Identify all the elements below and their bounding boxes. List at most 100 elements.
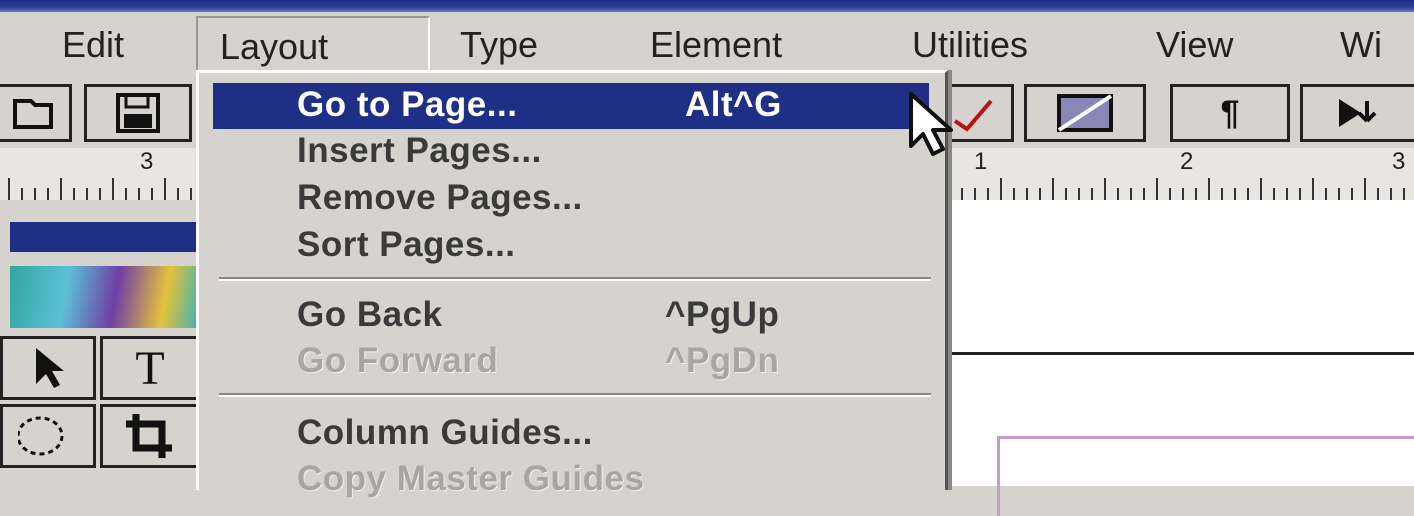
ruler-tick	[21, 188, 23, 200]
ruler-tick	[1117, 188, 1119, 200]
ruler-tick	[1234, 188, 1236, 200]
ruler-tick	[1169, 188, 1171, 200]
ruler-tick	[948, 178, 950, 200]
ruler-tick	[112, 178, 114, 200]
menu-item-go-forward: Go Forward ^PgDn	[297, 341, 780, 380]
menu-item-column-guides[interactable]: Column Guides...	[213, 411, 929, 457]
ruler-label: 3	[1392, 148, 1406, 175]
play-icon	[1339, 99, 1377, 127]
menu-item-remove-pages[interactable]: Remove Pages...	[213, 176, 929, 222]
menu-utilities[interactable]: Utilities	[912, 16, 1028, 74]
ruler-tick	[1013, 188, 1015, 200]
open-icon	[13, 99, 53, 129]
ruler-tick	[1182, 188, 1184, 200]
ruler-tick	[1286, 188, 1288, 200]
save-icon	[116, 93, 160, 133]
ruler-tick	[1325, 188, 1327, 200]
ruler-tick	[1000, 178, 1002, 200]
ruler-tick	[1377, 188, 1379, 200]
ruler-tick	[164, 178, 166, 200]
ruler-tick	[961, 188, 963, 200]
ruler-label: 3	[140, 148, 154, 175]
ruler-tick	[138, 188, 140, 200]
ruler-tick	[190, 188, 192, 200]
ruler-tick	[1221, 188, 1223, 200]
ruler-tick	[1312, 178, 1314, 200]
ruler-tick	[86, 188, 88, 200]
fill-button[interactable]	[1024, 84, 1146, 142]
menu-window[interactable]: Wi	[1340, 16, 1382, 74]
crop-tool-icon	[126, 414, 172, 458]
save-button[interactable]	[84, 84, 192, 142]
ruler-tick	[73, 188, 75, 200]
ruler-tick	[987, 188, 989, 200]
ruler-tick	[1390, 188, 1392, 200]
text-tool-icon: T	[135, 341, 165, 395]
ruler-tick	[125, 188, 127, 200]
ruler-tick	[47, 188, 49, 200]
ruler-tick	[151, 188, 153, 200]
ruler-tick	[1052, 178, 1054, 200]
toolbox-panel: T	[0, 200, 200, 486]
menu-layout[interactable]: Layout	[196, 16, 430, 74]
layout-dropdown-menu: Go to Page... Alt^G Insert Pages... Remo…	[196, 70, 948, 498]
menu-view[interactable]: View	[1156, 16, 1233, 74]
document-page[interactable]	[945, 200, 1414, 516]
text-tool[interactable]: T	[100, 336, 200, 400]
ruler-tick	[1299, 188, 1301, 200]
menu-separator	[219, 393, 931, 397]
title-bar	[0, 0, 1414, 12]
paragraph-button[interactable]: ¶	[1170, 84, 1290, 142]
margin-guide	[997, 436, 1414, 516]
ruler-label: 1	[974, 148, 988, 175]
ruler-tick	[1065, 188, 1067, 200]
ruler-tick	[8, 178, 10, 200]
open-button[interactable]	[0, 84, 72, 142]
menu-item-go-to-page[interactable]: Go to Page... Alt^G	[213, 83, 929, 129]
ruler-tick	[1039, 188, 1041, 200]
ruler-tick	[34, 188, 36, 200]
ruler-tick	[1091, 188, 1093, 200]
ellipse-tool-icon	[18, 416, 64, 456]
menu-item-copy-master-guides: Copy Master Guides	[297, 459, 645, 498]
fill-icon	[1057, 94, 1113, 132]
menu-separator	[219, 277, 931, 281]
ruler-tick	[1026, 188, 1028, 200]
paragraph-icon: ¶	[1220, 93, 1240, 132]
menu-item-insert-pages[interactable]: Insert Pages...	[213, 129, 929, 175]
ruler-tick	[1260, 178, 1262, 200]
crop-tool[interactable]	[100, 404, 200, 468]
ruler-tick	[60, 178, 62, 200]
mouse-cursor-icon	[909, 92, 953, 156]
page-edge-line	[945, 352, 1414, 355]
ruler-tick	[1351, 188, 1353, 200]
ellipse-tool[interactable]	[0, 404, 96, 468]
ruler-tick	[177, 188, 179, 200]
ruler-tick	[1273, 188, 1275, 200]
toolbox-title-bar[interactable]	[10, 222, 200, 252]
menu-type[interactable]: Type	[460, 16, 538, 74]
menu-bar: Edit Layout Type Element Utilities View …	[0, 12, 1414, 78]
pointer-icon	[36, 348, 64, 388]
ruler-tick	[1195, 188, 1197, 200]
menu-element[interactable]: Element	[650, 16, 782, 74]
ruler-tick	[1247, 188, 1249, 200]
ruler-tick	[1403, 188, 1405, 200]
ruler-tick	[99, 188, 101, 200]
menu-item-sort-pages[interactable]: Sort Pages...	[213, 223, 929, 269]
toolbox-logo	[10, 266, 200, 328]
play-button[interactable]	[1300, 84, 1414, 142]
ruler-tick	[1364, 178, 1366, 200]
ruler-tick	[1338, 188, 1340, 200]
ruler-tick	[974, 188, 976, 200]
ruler-label: 2	[1180, 148, 1194, 175]
ruler-tick	[1130, 188, 1132, 200]
menu-item-go-back[interactable]: Go Back ^PgUp	[213, 293, 929, 339]
ruler-tick	[1104, 178, 1106, 200]
ruler-tick	[1143, 188, 1145, 200]
ruler-tick	[1078, 188, 1080, 200]
ruler-tick	[1156, 178, 1158, 200]
ruler-tick	[1208, 178, 1210, 200]
menu-edit[interactable]: Edit	[62, 16, 124, 74]
pointer-tool[interactable]	[0, 336, 96, 400]
